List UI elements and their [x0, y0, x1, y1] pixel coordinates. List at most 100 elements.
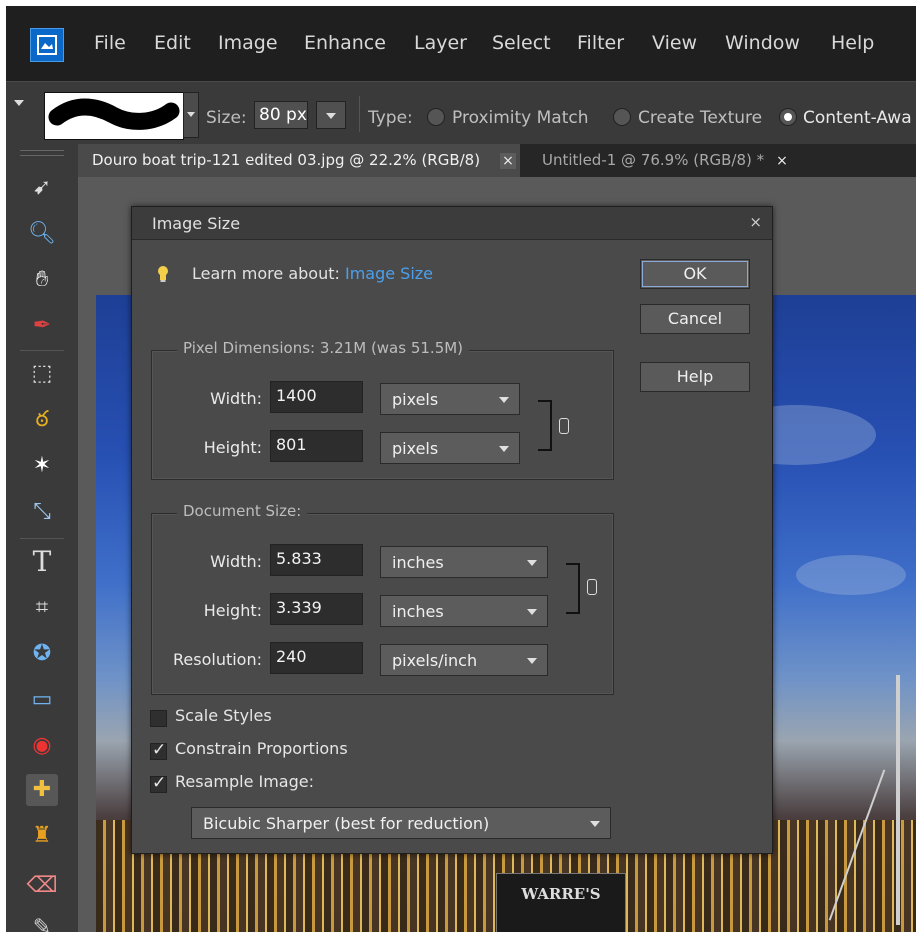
brush-tool-icon[interactable]: ✎ — [26, 912, 58, 932]
eraser-tool-icon[interactable]: ⌫ — [26, 870, 58, 902]
document-height-label: Height: — [203, 601, 262, 620]
document-tabs: Douro boat trip-121 edited 03.jpg @ 22.2… — [78, 144, 916, 177]
help-button[interactable]: Help — [640, 362, 750, 392]
document-width-label: Width: — [210, 552, 262, 571]
menu-view[interactable]: View — [652, 32, 697, 54]
magic-wand-tool-icon[interactable]: ✶ — [26, 450, 58, 482]
document-width-input[interactable]: 5.833 — [270, 544, 363, 576]
toolbox: ➹ 🔍︎ ✋︎ ✒ ⬚ ఠ ✶ ⤡ T ⌗ ✪ ▭ ◉ ✚ ♜ ⌫ ✎ — [6, 144, 78, 932]
resample-image-label: Resample Image: — [175, 772, 314, 791]
document-size-legend: Document Size: — [177, 502, 308, 520]
chain-link-icon — [587, 579, 597, 595]
ok-button[interactable]: OK — [640, 259, 750, 289]
eyedropper-tool-icon[interactable]: ✒ — [26, 310, 58, 342]
pixel-dimensions-legend: Pixel Dimensions: 3.21M (was 51.5M) — [177, 339, 470, 357]
tool-options-bar: Size: 80 px Type: Proximity Match Create… — [6, 81, 916, 145]
menu-image[interactable]: Image — [218, 32, 278, 54]
chevron-down-icon — [527, 658, 537, 664]
radio-content-aware[interactable] — [779, 108, 797, 126]
learn-more-link[interactable]: Image Size — [345, 264, 433, 283]
document-height-input[interactable]: 3.339 — [270, 593, 363, 625]
resolution-unit-select[interactable]: pixels/inch — [380, 644, 548, 676]
pixel-width-input[interactable]: 1400 — [270, 381, 363, 413]
scale-styles-label: Scale Styles — [175, 706, 272, 725]
document-height-unit-select[interactable]: inches — [380, 595, 548, 627]
cloud — [796, 555, 906, 595]
menu-layer[interactable]: Layer — [414, 32, 467, 54]
scale-styles-checkbox[interactable] — [150, 710, 167, 727]
tab-label: Douro boat trip-121 edited 03.jpg @ 22.2… — [92, 151, 481, 169]
cookie-cutter-tool-icon[interactable]: ✪ — [26, 638, 58, 670]
select-value: pixels/inch — [392, 651, 478, 670]
photoshop-elements-window: File Edit Image Enhance Layer Select Fil… — [6, 6, 916, 932]
resolution-label: Resolution: — [173, 650, 262, 669]
image-size-dialog: Image Size × Learn more about: Image Siz… — [131, 206, 773, 854]
menu-file[interactable]: File — [94, 32, 126, 54]
select-value: pixels — [392, 439, 439, 458]
radio-label-proximity-match: Proximity Match — [452, 108, 589, 128]
select-value: inches — [392, 602, 444, 621]
quick-selection-tool-icon[interactable]: ⤡ — [26, 496, 58, 528]
pixel-width-label: Width: — [210, 389, 262, 408]
cancel-button[interactable]: Cancel — [640, 304, 750, 334]
chevron-down-icon — [187, 112, 195, 117]
menu-window[interactable]: Window — [725, 32, 800, 54]
size-input[interactable]: 80 px — [254, 101, 308, 129]
learn-more-label: Learn more about: — [192, 264, 340, 283]
marquee-tool-icon[interactable]: ⬚ — [26, 358, 58, 390]
select-value: inches — [392, 553, 444, 572]
link-bracket — [566, 563, 580, 614]
chevron-down-icon — [527, 560, 537, 566]
menu-bar: File Edit Image Enhance Layer Select Fil… — [6, 6, 916, 81]
pixel-width-unit-select[interactable]: pixels — [380, 383, 520, 415]
menu-filter[interactable]: Filter — [577, 32, 624, 54]
menu-edit[interactable]: Edit — [154, 32, 191, 54]
pixel-height-input[interactable]: 801 — [270, 430, 363, 462]
toolbox-divider — [20, 350, 64, 351]
move-tool-icon[interactable]: ➹ — [26, 172, 58, 204]
red-eye-tool-icon[interactable]: ◉ — [26, 730, 58, 762]
boat-mast — [896, 675, 900, 925]
spot-healing-brush-tool-icon[interactable]: ✚ — [26, 774, 58, 806]
brush-picker-dropdown[interactable] — [183, 92, 199, 138]
constrain-proportions-checkbox[interactable] — [150, 740, 167, 760]
tab-untitled-1[interactable]: Untitled-1 @ 76.9% (RGB/8) * × — [528, 144, 798, 177]
resample-method-select[interactable]: Bicubic Sharper (best for reduction) — [191, 807, 611, 839]
pixel-height-label: Height: — [203, 438, 262, 457]
dialog-title: Image Size — [152, 214, 241, 233]
resample-image-checkbox[interactable] — [150, 773, 167, 793]
divider — [359, 96, 360, 132]
brush-preview[interactable] — [44, 92, 184, 140]
menu-enhance[interactable]: Enhance — [304, 32, 386, 54]
document-width-unit-select[interactable]: inches — [380, 546, 548, 578]
dialog-title-bar[interactable]: Image Size × — [132, 207, 772, 240]
close-icon[interactable]: × — [500, 153, 516, 169]
straighten-tool-icon[interactable]: ▭ — [26, 684, 58, 716]
zoom-tool-icon[interactable]: 🔍︎ — [26, 218, 58, 250]
pixel-height-unit-select[interactable]: pixels — [380, 432, 520, 464]
resolution-input[interactable]: 240 — [270, 642, 363, 674]
close-icon[interactable]: × — [774, 153, 790, 169]
size-label: Size: — [206, 108, 247, 128]
learn-more: Learn more about: Image Size — [192, 264, 433, 283]
close-icon[interactable]: × — [749, 213, 762, 231]
chevron-down-icon — [590, 821, 600, 827]
chain-link-icon — [559, 418, 569, 434]
hand-tool-icon[interactable]: ✋︎ — [26, 264, 58, 296]
link-bracket — [538, 400, 552, 451]
lasso-tool-icon[interactable]: ఠ — [26, 404, 58, 436]
chevron-down-icon — [326, 113, 336, 119]
radio-proximity-match[interactable] — [427, 108, 445, 126]
toolbox-grip[interactable] — [20, 150, 64, 156]
menu-help[interactable]: Help — [831, 32, 874, 54]
size-slider-dropdown[interactable] — [316, 101, 346, 129]
menu-select[interactable]: Select — [492, 32, 551, 54]
clone-stamp-tool-icon[interactable]: ♜ — [26, 820, 58, 852]
tab-douro-boat-trip[interactable]: Douro boat trip-121 edited 03.jpg @ 22.2… — [78, 144, 520, 177]
app-logo-icon — [30, 28, 64, 62]
toolbox-divider — [20, 538, 64, 539]
type-tool-icon[interactable]: T — [26, 546, 58, 578]
crop-tool-icon[interactable]: ⌗ — [26, 592, 58, 624]
tool-preset-arrow-icon[interactable] — [14, 100, 24, 106]
radio-create-texture[interactable] — [613, 108, 631, 126]
